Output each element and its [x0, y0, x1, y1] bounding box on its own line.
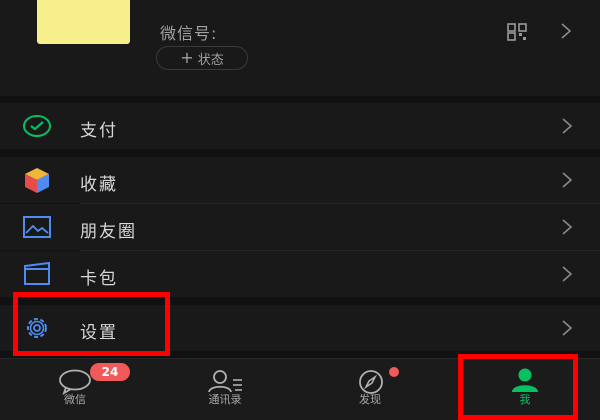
menu-item-label: 支付 [80, 121, 118, 141]
settings-highlight-box [13, 292, 170, 356]
notification-dot [389, 367, 399, 377]
chevron-right-icon [562, 266, 573, 282]
status-label: 状态 [197, 52, 224, 68]
photo-frame-icon [23, 216, 51, 238]
menu-item-pay[interactable]: 支付 [0, 103, 600, 149]
tab-label: 通讯录 [208, 393, 242, 406]
qr-code-icon[interactable] [507, 23, 527, 41]
avatar[interactable] [37, 0, 130, 44]
menu-item-cards[interactable]: 卡包 [0, 251, 600, 297]
plus-icon: + [180, 48, 194, 67]
tab-label: 发现 [359, 393, 381, 406]
cube-icon [25, 168, 49, 193]
wechat-id-label: 微信号: [160, 24, 218, 43]
chevron-right-icon [562, 172, 573, 188]
tab-discover[interactable]: 发现 [325, 359, 415, 420]
chevron-right-icon [562, 219, 573, 235]
profile-header[interactable]: 微信号: + 状态 [0, 0, 600, 96]
menu-item-moments[interactable]: 朋友圈 [0, 204, 600, 250]
menu-item-label: 朋友圈 [80, 222, 137, 242]
me-tab-highlight-box [458, 354, 578, 420]
menu-item-favorites[interactable]: 收藏 [0, 157, 600, 203]
chevron-right-icon [562, 118, 573, 134]
chevron-right-icon[interactable] [560, 21, 572, 41]
status-button[interactable]: + 状态 [156, 46, 248, 70]
tab-label: 微信 [64, 393, 86, 406]
wallet-check-icon [23, 115, 51, 137]
tab-contacts[interactable]: 通讯录 [180, 359, 270, 420]
menu-item-label: 卡包 [80, 269, 118, 289]
card-holder-icon [24, 261, 50, 285]
unread-badge: 24 [90, 363, 130, 381]
menu-item-label: 收藏 [80, 175, 118, 195]
chevron-right-icon [562, 320, 573, 336]
